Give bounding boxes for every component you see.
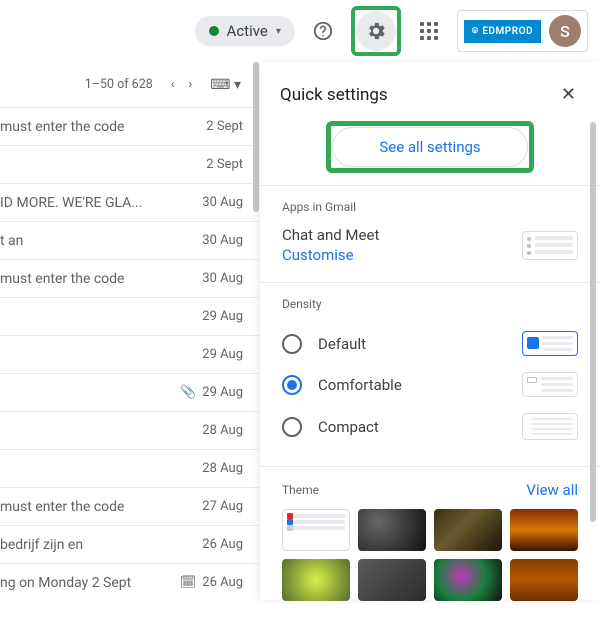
section-title: Density (282, 297, 578, 311)
content: 1–50 of 628 ‹ › ⌨ ▾ must enter the code 2… (0, 62, 600, 600)
apps-grid-icon (420, 22, 438, 40)
email-subject: ID MORE. WE'RE GLA... (0, 195, 150, 211)
account-brand-box[interactable]: ⌾ EDMPROD S (457, 10, 588, 52)
email-subject: bedrijf zijn en (0, 537, 91, 553)
email-date: 30 Aug (202, 195, 243, 210)
scrollbar[interactable] (253, 62, 259, 212)
theme-thumb[interactable] (358, 559, 426, 601)
email-row[interactable]: ID MORE. WE'RE GLA... 30 Aug (0, 184, 259, 222)
chevron-down-icon: ▾ (276, 26, 281, 37)
input-tools-button[interactable]: ⌨ ▾ (210, 77, 241, 93)
email-date: 27 Aug (202, 499, 243, 514)
email-date: 29 Aug (202, 309, 243, 324)
section-title: Apps in Gmail (282, 200, 578, 214)
top-bar: Active ▾ ⌾ EDMPROD S (0, 0, 600, 62)
settings-highlight (351, 6, 401, 56)
email-row[interactable]: 2 Sept (0, 146, 259, 184)
density-label: Compact (318, 418, 379, 436)
radio-icon (282, 417, 302, 437)
avatar[interactable]: S (549, 15, 581, 47)
density-preview-icon (522, 372, 578, 397)
brand-logo: ⌾ EDMPROD (464, 20, 541, 43)
theme-thumb[interactable] (434, 509, 502, 551)
apps-preview-icon (522, 231, 578, 260)
email-date: 29 Aug (202, 347, 243, 362)
theme-thumb[interactable] (434, 559, 502, 601)
prev-page-button[interactable]: ‹ (167, 73, 179, 96)
density-preview-icon (522, 331, 578, 356)
pager: ‹ › (167, 73, 197, 96)
email-row[interactable]: 28 Aug (0, 450, 259, 488)
status-label: Active (227, 22, 268, 40)
email-subject: must enter the code (0, 499, 132, 515)
email-date: 2 Sept (206, 119, 243, 134)
pagination-range: 1–50 of 628 (85, 77, 153, 92)
inbox-toolbar: 1–50 of 628 ‹ › ⌨ ▾ (0, 62, 259, 108)
email-date: 30 Aug (202, 271, 243, 286)
theme-thumb[interactable] (510, 559, 578, 601)
density-preview-icon (522, 413, 578, 440)
theme-thumb[interactable] (510, 509, 578, 551)
email-row[interactable]: 28 Aug (0, 412, 259, 450)
see-all-highlight: See all settings (326, 121, 534, 173)
email-date: 2 Sept (206, 157, 243, 172)
email-date: 28 Aug (202, 461, 243, 476)
density-option-compact[interactable]: Compact (282, 405, 578, 448)
density-option-default[interactable]: Default (282, 323, 578, 364)
attachment-icon: 📎 (180, 385, 196, 400)
theme-section: Theme View all (260, 466, 600, 619)
help-icon (312, 20, 334, 42)
email-subject: ng on Monday 2 Sept (0, 575, 139, 591)
gear-icon (365, 20, 387, 42)
email-row[interactable]: must enter the code 30 Aug (0, 260, 259, 298)
help-button[interactable] (303, 11, 343, 51)
see-all-settings-button[interactable]: See all settings (332, 127, 528, 167)
email-date: 📎29 Aug (180, 385, 243, 400)
presence-dot-icon (209, 26, 219, 36)
email-row[interactable]: must enter the code 2 Sept (0, 108, 259, 146)
customise-link[interactable]: Customise (282, 246, 379, 264)
density-section: Density Default Comfortable Compact (260, 282, 600, 466)
section-title: Theme (282, 483, 319, 497)
email-subject: t an (0, 233, 31, 249)
email-row[interactable]: 📎29 Aug (0, 374, 259, 412)
email-subject: must enter the code (0, 119, 132, 135)
email-date: 🗓26 Aug (180, 575, 243, 590)
settings-button[interactable] (356, 11, 396, 51)
email-row[interactable]: must enter the code 27 Aug (0, 488, 259, 526)
email-row[interactable]: bedrijf zijn en 26 Aug (0, 526, 259, 564)
email-row[interactable]: 29 Aug (0, 298, 259, 336)
quick-settings-panel: Quick settings ✕ See all settings Apps i… (260, 62, 600, 600)
density-option-comfortable[interactable]: Comfortable (282, 364, 578, 405)
next-page-button[interactable]: › (185, 73, 197, 96)
email-subject: must enter the code (0, 271, 132, 287)
inbox-list: 1–50 of 628 ‹ › ⌨ ▾ must enter the code 2… (0, 62, 260, 600)
close-button[interactable]: ✕ (557, 80, 580, 109)
density-label: Comfortable (318, 376, 402, 394)
status-active-pill[interactable]: Active ▾ (195, 16, 295, 46)
google-apps-button[interactable] (409, 11, 449, 51)
panel-title: Quick settings (280, 85, 388, 105)
email-date: 26 Aug (202, 537, 243, 552)
email-row[interactable]: 29 Aug (0, 336, 259, 374)
apps-section: Apps in Gmail Chat and Meet Customise (260, 185, 600, 282)
theme-thumb[interactable] (358, 509, 426, 551)
theme-thumb[interactable] (282, 559, 350, 601)
email-row[interactable]: ng on Monday 2 Sept 🗓26 Aug (0, 564, 259, 600)
density-label: Default (318, 335, 366, 353)
theme-grid (282, 509, 578, 601)
radio-icon (282, 375, 302, 395)
radio-icon (282, 334, 302, 354)
theme-thumb-default[interactable] (282, 509, 350, 551)
apps-name: Chat and Meet (282, 226, 379, 244)
scrollbar[interactable] (590, 122, 596, 522)
calendar-icon: 🗓 (180, 575, 197, 590)
email-row[interactable]: t an 30 Aug (0, 222, 259, 260)
view-all-themes-link[interactable]: View all (526, 481, 578, 499)
email-date: 28 Aug (202, 423, 243, 438)
email-date: 30 Aug (202, 233, 243, 248)
